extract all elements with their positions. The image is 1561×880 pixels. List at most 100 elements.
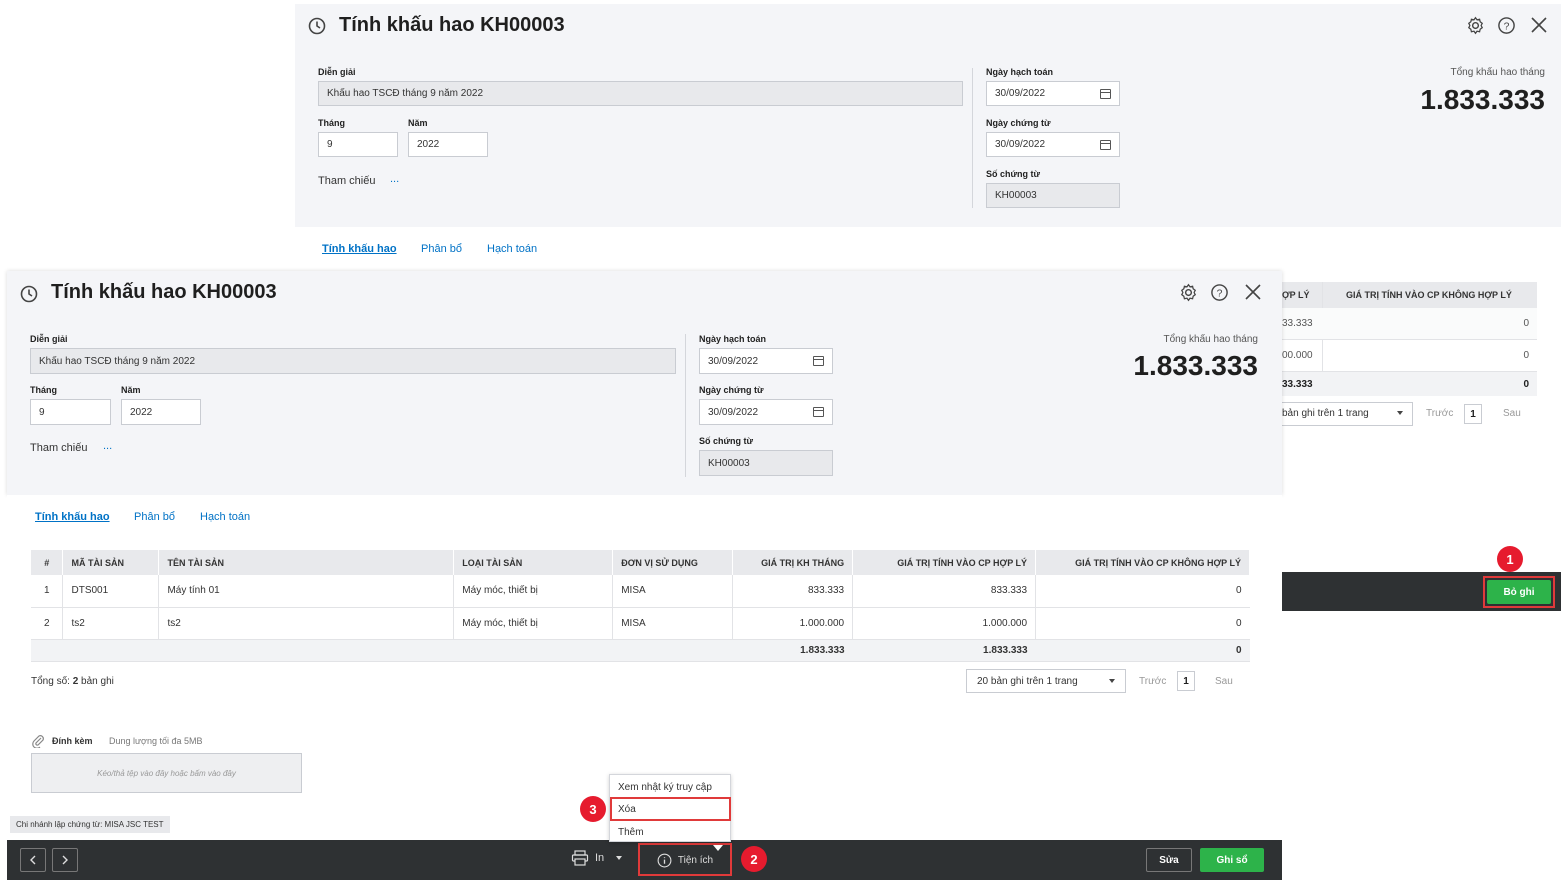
back-table-cell: 0 xyxy=(1523,350,1529,361)
attach-dropzone-text: Kéo/thả tệp vào đây hoặc bấm vào đây xyxy=(97,768,236,778)
calendar-icon[interactable] xyxy=(813,356,824,366)
table-row[interactable]: 2 ts2 ts2 Máy móc, thiết bị MISA 1.000.0… xyxy=(31,607,1250,640)
table-header-row: # MÃ TÀI SẢN TÊN TÀI SẢN LOẠI TÀI SẢN ĐƠ… xyxy=(31,550,1250,575)
close-icon[interactable] xyxy=(1244,283,1262,304)
cell-hop-ly: 833.333 xyxy=(852,575,1037,608)
print-button[interactable]: In xyxy=(571,850,623,866)
cell-don-vi: MISA xyxy=(612,607,734,640)
ghi-so-button[interactable]: Ghi sổ xyxy=(1200,848,1264,872)
calendar-icon[interactable] xyxy=(1100,88,1111,99)
step-badge-3: 3 xyxy=(580,796,606,822)
col-header-ma: MÃ TÀI SẢN xyxy=(62,550,160,575)
menu-item-xem-nhat-ky[interactable]: Xem nhật ký truy cập xyxy=(618,782,712,793)
nam-value: 2022 xyxy=(417,139,440,150)
back-table-total-cell: 33.333 xyxy=(1282,379,1313,390)
so-chung-tu-value: KH00003 xyxy=(708,457,750,469)
next-page-link[interactable]: Sau xyxy=(1215,676,1233,687)
calendar-icon[interactable] xyxy=(813,407,824,417)
ngay-hach-toan-field[interactable]: 30/09/2022 xyxy=(699,348,833,374)
help-icon[interactable]: ? xyxy=(1497,16,1516,38)
sua-button[interactable]: Sửa xyxy=(1146,848,1192,872)
total-spacer xyxy=(31,639,63,662)
tab-phan-bo[interactable]: Phân bổ xyxy=(421,243,462,255)
history-icon xyxy=(307,16,327,39)
settings-icon[interactable] xyxy=(1179,283,1198,305)
col-header-khong-hop-ly: GIÁ TRỊ TÍNH VÀO CP KHÔNG HỢP LÝ xyxy=(1035,550,1250,575)
tham-chieu-label: Tham chiếu xyxy=(30,442,88,454)
dien-giai-field[interactable]: Khấu hao TSCĐ tháng 9 năm 2022 xyxy=(318,81,963,106)
cell-ten: Máy tính 01 xyxy=(158,575,455,608)
tham-chieu-more[interactable]: ... xyxy=(390,173,399,185)
back-divider xyxy=(972,68,973,208)
ngay-chung-tu-label: Ngày chứng từ xyxy=(699,385,764,395)
calendar-icon[interactable] xyxy=(1100,139,1111,150)
prev-record-button[interactable] xyxy=(20,848,46,872)
menu-item-them[interactable]: Thêm xyxy=(618,827,644,838)
dien-giai-field[interactable]: Khấu hao TSCĐ tháng 9 năm 2022 xyxy=(30,348,676,374)
back-table-header-cell: GIÁ TRỊ TÍNH VÀO CP KHÔNG HỢP LÝ xyxy=(1346,290,1512,300)
total-spacer xyxy=(453,639,613,662)
next-record-button[interactable] xyxy=(52,848,78,872)
svg-text:?: ? xyxy=(1217,288,1223,299)
paperclip-icon xyxy=(31,734,45,753)
ngay-chung-tu-field[interactable]: 30/09/2022 xyxy=(986,132,1120,157)
cell-loai: Máy móc, thiết bị xyxy=(453,575,614,608)
attach-dropzone[interactable]: Kéo/thả tệp vào đây hoặc bấm vào đây xyxy=(31,753,302,793)
cell-loai: Máy móc, thiết bị xyxy=(453,607,614,640)
back-page-number[interactable]: 1 xyxy=(1464,404,1482,424)
history-icon xyxy=(19,284,39,307)
back-prev-link[interactable]: Trước xyxy=(1426,408,1453,419)
total-spacer xyxy=(612,639,733,662)
ngay-chung-tu-field[interactable]: 30/09/2022 xyxy=(699,399,833,425)
thang-field[interactable]: 9 xyxy=(318,132,398,157)
table-total-row: 1.833.333 1.833.333 0 xyxy=(31,639,1250,662)
branch-label: Chi nhánh lập chứng từ: MISA JSC TEST xyxy=(10,816,170,833)
page-number[interactable]: 1 xyxy=(1177,671,1195,691)
nam-field[interactable]: 2022 xyxy=(121,399,201,425)
tab-hach-toan[interactable]: Hạch toán xyxy=(487,243,537,255)
back-page-size-text: bản ghi trên 1 trang xyxy=(1282,408,1369,419)
cell-ten: ts2 xyxy=(158,607,455,640)
back-next-link[interactable]: Sau xyxy=(1503,408,1521,419)
svg-text:?: ? xyxy=(1504,21,1510,32)
table-row[interactable]: 1 DTS001 Máy tính 01 Máy móc, thiết bị M… xyxy=(31,575,1250,608)
tab-tinh-khau-hao[interactable]: Tính khấu hao xyxy=(322,243,397,255)
back-table-cell: 00.000 xyxy=(1282,350,1313,361)
ngay-hach-toan-label: Ngày hạch toán xyxy=(699,334,767,344)
total-kh-thang: 1.833.333 xyxy=(732,639,853,662)
tab-phan-bo[interactable]: Phân bổ xyxy=(134,511,175,523)
step-badge-2: 2 xyxy=(741,846,767,872)
so-chung-tu-field[interactable]: KH00003 xyxy=(699,450,833,476)
tab-hach-toan[interactable]: Hạch toán xyxy=(200,511,250,523)
settings-icon[interactable] xyxy=(1466,16,1485,38)
cell-ma: ts2 xyxy=(62,607,160,640)
cell-don-vi: MISA xyxy=(612,575,734,608)
total-khong-hop-ly: 0 xyxy=(1035,639,1250,662)
thang-field[interactable]: 9 xyxy=(30,399,111,425)
close-icon[interactable] xyxy=(1530,16,1548,37)
help-icon[interactable]: ? xyxy=(1210,283,1229,305)
step-badge-1: 1 xyxy=(1497,546,1523,572)
front-divider xyxy=(685,334,686,477)
cell-khong-hop-ly: 0 xyxy=(1035,607,1250,640)
ngay-hach-toan-field[interactable]: 30/09/2022 xyxy=(986,81,1120,106)
cell-ma: DTS001 xyxy=(62,575,160,608)
prev-page-link[interactable]: Trước xyxy=(1139,676,1166,687)
asset-table: # MÃ TÀI SẢN TÊN TÀI SẢN LOẠI TÀI SẢN ĐƠ… xyxy=(31,550,1250,662)
bo-ghi-highlight xyxy=(1483,576,1555,608)
ngay-chung-tu-value: 30/09/2022 xyxy=(995,139,1046,150)
attach-limit: Dung lượng tối đa 5MB xyxy=(109,736,203,746)
attach-label: Đính kèm xyxy=(52,736,93,746)
tham-chieu-more[interactable]: ... xyxy=(103,440,112,452)
front-window xyxy=(7,271,1282,495)
page-size-text: 20 bản ghi trên 1 trang xyxy=(977,676,1078,687)
so-chung-tu-label: Số chứng từ xyxy=(699,436,754,446)
so-chung-tu-field[interactable]: KH00003 xyxy=(986,183,1120,208)
thang-label: Tháng xyxy=(318,118,345,128)
thang-value: 9 xyxy=(39,406,45,418)
tab-tinh-khau-hao[interactable]: Tính khấu hao xyxy=(35,511,110,523)
dien-giai-value: Khấu hao TSCĐ tháng 9 năm 2022 xyxy=(327,88,484,99)
nam-field[interactable]: 2022 xyxy=(408,132,488,157)
dien-giai-label: Diễn giải xyxy=(318,67,356,77)
menu-caret-icon xyxy=(713,845,723,851)
